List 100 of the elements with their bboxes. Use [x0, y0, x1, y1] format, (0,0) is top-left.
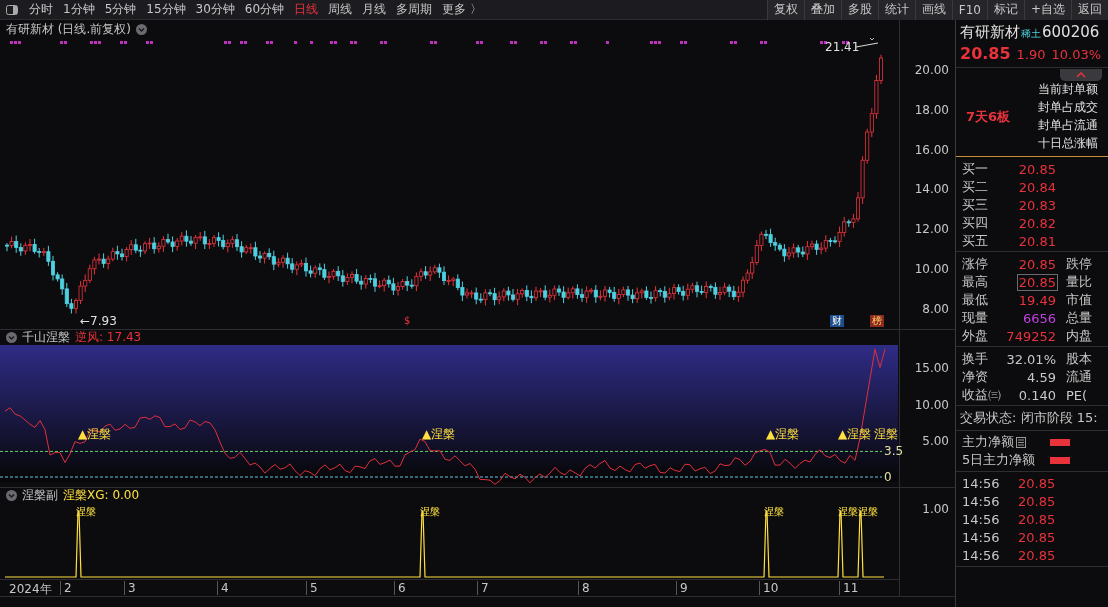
stat-label: 流通 — [1065, 368, 1093, 386]
period-tab[interactable]: 30分钟 — [190, 1, 240, 18]
seal-item: 封单占流通 — [1038, 117, 1098, 134]
last-price: 20.85 — [960, 44, 1011, 63]
bid-label: 买四 — [962, 214, 989, 232]
indicator-value: 逆风: 17.43 — [75, 329, 142, 346]
level-label: 0 — [884, 470, 892, 484]
low-price-label: ←7.93 — [80, 314, 117, 328]
date-label: 10 — [759, 581, 779, 595]
stock-name: 有研新材 — [960, 23, 1020, 42]
date-label: 4 — [217, 581, 229, 595]
signal-label: 涅槃 — [838, 506, 858, 517]
period-tab[interactable]: 周线 — [323, 1, 358, 18]
event-tag[interactable]: 榜 — [870, 315, 884, 327]
toolbar-button[interactable]: F10 — [951, 0, 987, 20]
toolbar-button[interactable]: +自选 — [1023, 0, 1071, 20]
bid-label: 买一 — [962, 160, 989, 178]
axis-label: 10.00 — [914, 397, 949, 412]
toolbar-button[interactable]: 标记 — [986, 0, 1024, 20]
signal-label: ▲涅槃 — [766, 427, 800, 441]
bid-price: 20.85 — [1017, 160, 1057, 178]
stat-label: PE( — [1065, 387, 1089, 403]
tick-time: 14:56 — [962, 547, 1001, 563]
flow-label: 5日主力净额 — [962, 451, 1036, 469]
axis-label: 15.00 — [914, 361, 949, 375]
signal-label: 涅槃 — [858, 506, 878, 517]
tick-time: 14:56 — [962, 529, 1001, 545]
axis-label: 14.00 — [914, 182, 949, 197]
stat-label: 收益㈢ — [962, 386, 1002, 404]
signal-label: 涅槃 — [420, 506, 440, 517]
axis-label: 1.00 — [922, 502, 949, 516]
seal-item: 十日总涨幅 — [1038, 135, 1098, 152]
date-label: 9 — [676, 581, 688, 595]
stat-label: 总量 — [1065, 309, 1093, 327]
date-label: 2024年 — [8, 581, 52, 598]
date-label: 3 — [124, 581, 136, 595]
high-price-label: 21.41 — [825, 40, 860, 54]
axis-label: 10.00 — [914, 262, 949, 276]
stat-label: 现量 — [962, 309, 989, 327]
indicator-value: 涅槃XG: 0.00 — [63, 487, 140, 504]
period-tab[interactable]: 多周期 — [391, 1, 438, 18]
stat-value: 19.49 — [1017, 291, 1057, 309]
stock-code: 600206 — [1042, 23, 1100, 41]
period-tab[interactable]: 60分钟 — [239, 1, 290, 18]
toolbar-button[interactable]: 叠加 — [803, 0, 841, 20]
signal-label: ▲涅槃 — [838, 427, 872, 441]
toolbar-button[interactable]: 复权 — [766, 0, 804, 20]
stat-value: 20.85 — [1016, 273, 1058, 291]
bid-price: 20.83 — [1017, 196, 1057, 214]
date-label: 7 — [477, 581, 489, 595]
tick-price: 20.85 — [1018, 493, 1056, 509]
tick-price: 20.85 — [1018, 529, 1056, 545]
signal-label: 涅槃 — [874, 427, 898, 441]
stat-label: 股本 — [1065, 350, 1093, 368]
period-tab[interactable]: 日线 — [289, 1, 324, 18]
stat-label: 净资 — [962, 368, 989, 386]
bid-label: 买二 — [962, 178, 989, 196]
period-tab[interactable]: 分时 — [24, 1, 58, 18]
stat-value: 0.140 — [1017, 386, 1057, 404]
toolbar-button[interactable]: 画线 — [914, 0, 952, 20]
signal-label: ▲涅槃 — [78, 427, 112, 441]
stat-label: 市值 — [1065, 291, 1093, 309]
event-tag[interactable]: 财 — [830, 315, 844, 327]
bid-label: 买三 — [962, 196, 989, 214]
date-label: 11 — [839, 581, 859, 595]
indicator-name: 千山涅槃 — [22, 329, 70, 346]
toolbar-button[interactable]: 多股 — [840, 0, 878, 20]
bid-price: 20.82 — [1017, 214, 1057, 232]
tick-price: 20.85 — [1018, 475, 1056, 491]
period-tab[interactable]: 15分钟 — [141, 1, 191, 18]
period-tab[interactable]: 月线 — [357, 1, 392, 18]
stat-label: 外盘 — [962, 327, 989, 345]
stat-label: 最高 — [962, 273, 989, 291]
stat-value: 32.01% — [1005, 350, 1057, 368]
period-tab[interactable]: 1分钟 — [58, 1, 100, 18]
date-label: 2 — [60, 581, 72, 595]
tick-time: 14:56 — [962, 475, 1001, 491]
tick-time: 14:56 — [962, 511, 1001, 527]
event-tag[interactable]: $ — [402, 315, 413, 327]
chart-title: 有研新材 (日线.前复权) — [6, 20, 131, 38]
more-menu[interactable]: 更多 〉 — [437, 1, 487, 18]
price-change: 1.90 — [1016, 47, 1046, 62]
stat-label: 量比 — [1065, 273, 1093, 291]
axis-label: 16.00 — [914, 142, 949, 157]
flow-label: 主力净额 — [962, 433, 1014, 451]
level-label: 3.5 — [884, 444, 904, 459]
stat-label: 换手 — [962, 350, 989, 368]
stat-label: 最低 — [962, 291, 989, 309]
toolbar-button[interactable]: 统计 — [877, 0, 915, 20]
streak-label: 7天6板 — [966, 107, 1012, 126]
seal-item: 封单占成交 — [1038, 99, 1098, 116]
axis-label: 20.00 — [914, 63, 949, 77]
axis-label: 8.00 — [922, 301, 949, 316]
date-label: 6 — [394, 581, 406, 595]
toolbar-button[interactable]: 返回 — [1071, 0, 1108, 20]
tick-price: 20.85 — [1018, 547, 1056, 563]
tick-price: 20.85 — [1018, 511, 1056, 527]
period-tab[interactable]: 5分钟 — [99, 1, 142, 18]
stat-label: 涨停 — [962, 255, 989, 273]
sector-tag[interactable]: 稀土 — [1021, 27, 1041, 41]
